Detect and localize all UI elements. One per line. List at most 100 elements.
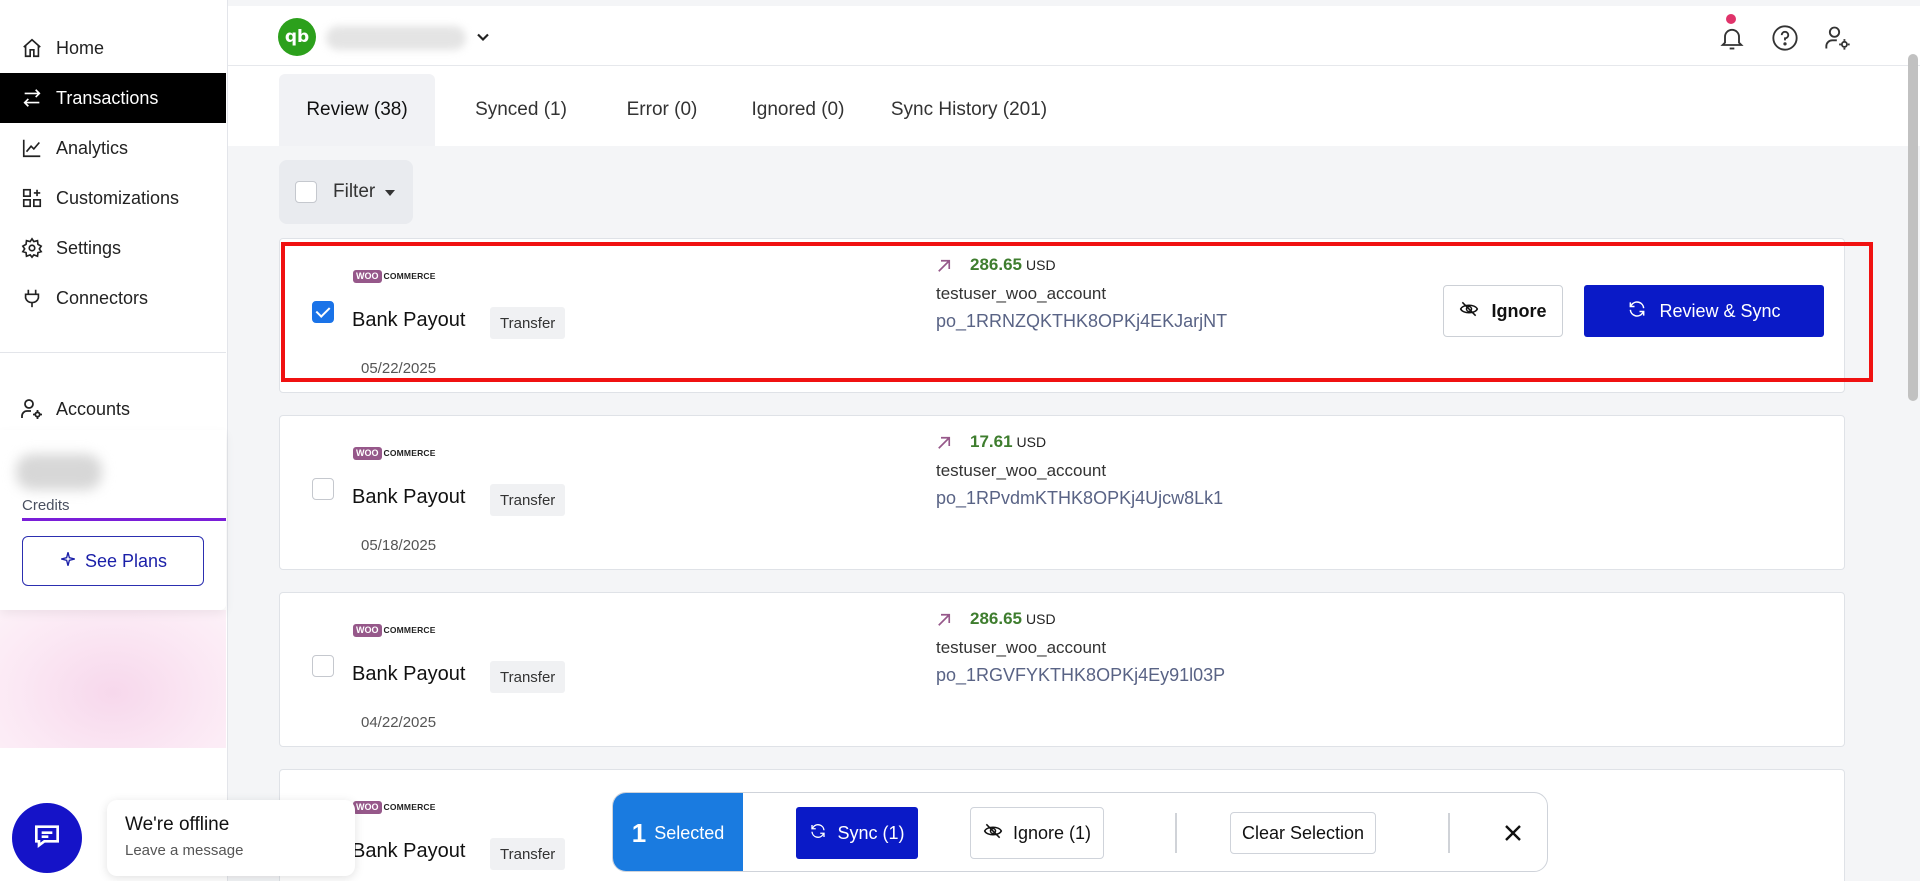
row-checkbox[interactable] bbox=[312, 478, 334, 500]
tab-sync-history[interactable]: Sync History (201) bbox=[879, 74, 1059, 146]
sidebar-item-label: Accounts bbox=[56, 398, 131, 419]
transaction-card: WOO COMMERCE Bank Payout Transfer 04/22/2… bbox=[279, 592, 1845, 747]
sidebar-item-settings[interactable]: Settings bbox=[0, 223, 226, 273]
sidebar-item-label: Analytics bbox=[56, 137, 129, 158]
select-all-checkbox[interactable] bbox=[295, 181, 317, 203]
arrow-up-right-icon bbox=[935, 434, 953, 452]
sidebar-divider bbox=[0, 352, 226, 353]
user-settings-icon[interactable] bbox=[1822, 22, 1854, 54]
close-icon[interactable] bbox=[1497, 817, 1529, 849]
arrow-up-right-icon bbox=[935, 257, 953, 275]
chat-icon bbox=[31, 820, 63, 857]
transaction-title: Bank Payout bbox=[352, 840, 466, 862]
tab-ignored[interactable]: Ignored (0) bbox=[733, 74, 863, 146]
notification-badge bbox=[1726, 14, 1736, 24]
sidebar-item-label: Transactions bbox=[56, 87, 159, 108]
credits-label: Credits bbox=[22, 497, 70, 514]
bulk-ignore-button[interactable]: Ignore (1) bbox=[970, 807, 1104, 859]
sidebar-item-label: Connectors bbox=[56, 287, 149, 308]
review-sync-button[interactable]: Review & Sync bbox=[1584, 285, 1824, 337]
decorative-background bbox=[0, 610, 226, 748]
eye-off-icon bbox=[983, 821, 1003, 846]
woocommerce-logo: WOO COMMERCE bbox=[353, 623, 436, 637]
woocommerce-logo: WOO COMMERCE bbox=[353, 446, 436, 460]
sidebar-item-label: Home bbox=[56, 37, 105, 58]
transaction-type-badge: Transfer bbox=[490, 661, 566, 693]
eye-off-icon bbox=[1459, 299, 1479, 324]
divider bbox=[1175, 813, 1177, 853]
account-name-redacted bbox=[16, 454, 102, 490]
caret-down-icon[interactable] bbox=[385, 181, 396, 203]
transaction-title: Bank Payout bbox=[352, 663, 466, 685]
scrollbar[interactable] bbox=[1908, 54, 1918, 401]
home-icon bbox=[20, 36, 44, 60]
bell-icon[interactable] bbox=[1716, 22, 1748, 54]
filter-control: Filter bbox=[279, 160, 413, 224]
woocommerce-logo: WOO COMMERCE bbox=[353, 800, 436, 814]
payout-id: po_1RRNZQKTHK8OPKj4EKJarjNT bbox=[936, 311, 1228, 331]
refresh-icon bbox=[1627, 299, 1647, 324]
transaction-title: Bank Payout bbox=[352, 309, 466, 331]
help-icon[interactable] bbox=[1769, 22, 1801, 54]
credits-progress-bar bbox=[22, 518, 226, 521]
transaction-type-badge: Transfer bbox=[490, 838, 566, 870]
woocommerce-logo: WOO COMMERCE bbox=[353, 269, 436, 283]
bulk-ignore-label: Ignore (1) bbox=[1012, 822, 1092, 843]
transaction-card: WOO COMMERCE Bank Payout Transfer 05/18/2… bbox=[279, 415, 1845, 570]
transaction-date: 05/18/2025 bbox=[361, 537, 437, 554]
plug-icon bbox=[20, 286, 44, 310]
transaction-amount: 286.65 USD bbox=[970, 609, 1056, 628]
see-plans-label: See Plans bbox=[84, 550, 168, 571]
sparkle-icon bbox=[59, 550, 77, 573]
row-checkbox[interactable] bbox=[312, 301, 334, 323]
transaction-type-badge: Transfer bbox=[490, 307, 566, 339]
review-sync-label: Review & Sync bbox=[1659, 300, 1781, 321]
chevron-down-icon[interactable] bbox=[473, 27, 493, 47]
grid-plus-icon bbox=[20, 186, 44, 210]
chat-status-bubble[interactable]: We're offline Leave a message bbox=[107, 800, 355, 876]
bulk-sync-button[interactable]: Sync (1) bbox=[796, 807, 918, 859]
divider bbox=[1448, 813, 1450, 853]
transaction-card: WOO COMMERCE Bank Payout Transfer 05/22/2… bbox=[279, 238, 1845, 393]
row-checkbox[interactable] bbox=[312, 655, 334, 677]
tab-error[interactable]: Error (0) bbox=[607, 74, 717, 146]
quickbooks-logo: qb bbox=[278, 18, 316, 56]
transaction-date: 05/22/2025 bbox=[361, 360, 437, 377]
chat-launcher-button[interactable] bbox=[12, 803, 82, 873]
user-gear-icon bbox=[20, 397, 44, 421]
chat-subtitle: Leave a message bbox=[125, 842, 244, 859]
bulk-sync-label: Sync (1) bbox=[837, 822, 905, 843]
selected-count: 1 Selected bbox=[613, 793, 743, 871]
status-tabs: Review (38) Synced (1) Error (0) Ignored… bbox=[228, 66, 1920, 146]
sidebar-item-accounts[interactable]: Accounts bbox=[0, 384, 226, 434]
tab-review[interactable]: Review (38) bbox=[279, 74, 435, 146]
see-plans-button[interactable]: See Plans bbox=[22, 536, 204, 586]
sidebar-item-customizations[interactable]: Customizations bbox=[0, 173, 226, 223]
tab-synced[interactable]: Synced (1) bbox=[451, 74, 591, 146]
line-chart-icon bbox=[20, 136, 44, 160]
sidebar-item-home[interactable]: Home bbox=[0, 23, 226, 73]
transaction-account: testuser_woo_account bbox=[936, 638, 1107, 657]
top-header: qb bbox=[228, 0, 1920, 66]
transaction-title: Bank Payout bbox=[352, 486, 466, 508]
ignore-button[interactable]: Ignore bbox=[1443, 285, 1563, 337]
sidebar-item-label: Customizations bbox=[56, 187, 180, 208]
sidebar-item-transactions[interactable]: Transactions bbox=[0, 73, 226, 123]
gear-icon bbox=[20, 236, 44, 260]
ignore-label: Ignore bbox=[1491, 300, 1547, 321]
refresh-icon bbox=[809, 822, 827, 845]
sidebar-item-label: Settings bbox=[56, 237, 122, 258]
transaction-amount: 286.65 USD bbox=[970, 255, 1056, 274]
filter-label[interactable]: Filter bbox=[333, 181, 375, 203]
selection-action-bar: 1 Selected Sync (1) Ignore (1) Clear Sel… bbox=[612, 792, 1548, 872]
sidebar-item-analytics[interactable]: Analytics bbox=[0, 123, 226, 173]
company-name-redacted[interactable] bbox=[326, 26, 466, 50]
sidebar-item-connectors[interactable]: Connectors bbox=[0, 273, 226, 323]
transaction-date: 04/22/2025 bbox=[361, 714, 437, 731]
clear-selection-button[interactable]: Clear Selection bbox=[1230, 812, 1376, 854]
payout-id: po_1RPvdmKTHK8OPKj4Ujcw8Lk1 bbox=[936, 488, 1224, 508]
chat-title: We're offline bbox=[125, 814, 230, 835]
sidebar: Home Transactions Analytics Customizatio… bbox=[0, 0, 228, 881]
transaction-account: testuser_woo_account bbox=[936, 284, 1107, 303]
transaction-account: testuser_woo_account bbox=[936, 461, 1107, 480]
